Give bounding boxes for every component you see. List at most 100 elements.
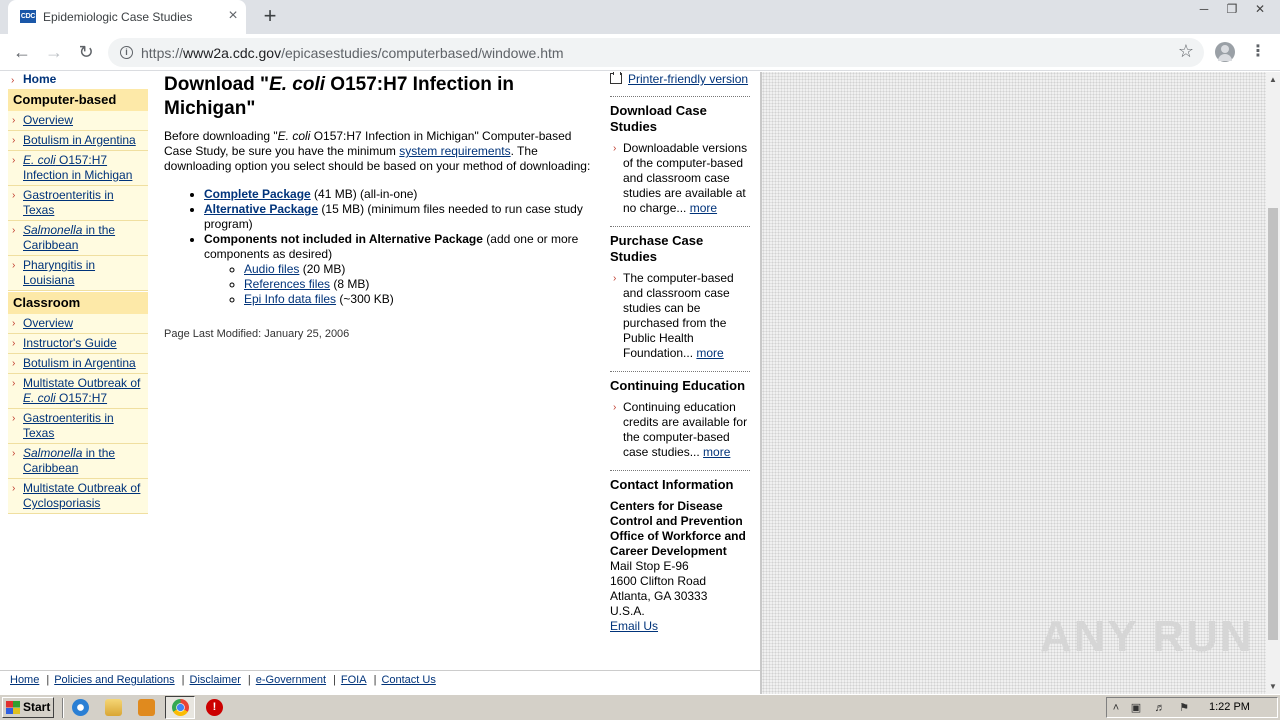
bookmark-star-icon[interactable]: ☆ (1178, 41, 1194, 62)
nav-item-cl-gastro[interactable]: › Gastroenteritis in Texas (8, 409, 148, 444)
nav-item-cb-ecoli[interactable]: › E. coli O157:H7 Infection in Michigan (8, 151, 148, 186)
footer-link-policies[interactable]: Policies and Regulations (54, 674, 174, 686)
arrow-right-icon: › (613, 143, 617, 154)
system-requirements-link[interactable]: system requirements (399, 144, 510, 158)
site-info-icon[interactable]: i (120, 46, 133, 59)
nav-link[interactable]: Overview (23, 316, 73, 330)
alternative-package-link[interactable]: Alternative Package (204, 202, 318, 216)
footer-link-foia[interactable]: FOIA (341, 674, 367, 686)
nav-link[interactable]: Overview (23, 113, 73, 127)
network-icon[interactable]: ▣ (1129, 701, 1143, 715)
list-item: Complete Package (41 MB) (all-in-one) (204, 187, 594, 202)
nav-link[interactable]: Gastroenteritis in Texas (23, 411, 114, 440)
download-body-text: Downloadable versions of the computer-ba… (623, 141, 748, 215)
download-case-studies-heading: Download Case Studies (610, 103, 707, 134)
page-viewport: ANY RUN › Home Computer-based › Overview ›… (0, 72, 1266, 694)
back-arrow-icon[interactable]: ← (12, 42, 32, 62)
start-label: Start (23, 700, 51, 714)
audio-files-link[interactable]: Audio files (244, 262, 299, 276)
contact-office: Office of Workforce and Career Developme… (610, 529, 746, 558)
restore-icon[interactable]: ❐ (1218, 0, 1246, 18)
forward-arrow-icon[interactable]: → (44, 42, 64, 62)
url-scheme: https:// (141, 45, 184, 61)
vertical-scrollbar[interactable]: ▲ ▼ (1266, 72, 1280, 694)
cdc-favicon-icon: CDC (20, 10, 36, 23)
nav-item-cb-pharyngitis[interactable]: › Pharyngitis in Louisiana (8, 256, 148, 291)
arrow-right-icon: › (12, 358, 16, 369)
nav-link[interactable]: Botulism in Argentina (23, 356, 136, 370)
epi-info-files-link[interactable]: Epi Info data files (244, 292, 336, 306)
footer-link-disclaimer[interactable]: Disclaimer (190, 674, 241, 686)
nav-link[interactable]: Instructor's Guide (23, 336, 117, 350)
nav-item-cl-overview[interactable]: › Overview (8, 314, 148, 334)
nav-home[interactable]: › Home (8, 72, 148, 88)
close-window-icon[interactable]: ✕ (1246, 0, 1274, 18)
footer-link-home[interactable]: Home (10, 674, 39, 686)
tab-active[interactable]: CDC Epidemiologic Case Studies × (8, 0, 246, 34)
footer-link-contact[interactable]: Contact Us (381, 674, 435, 686)
nav-link[interactable]: Multistate Outbreak of E. coli O157:H7 (23, 376, 140, 405)
nav-item-cl-botulism[interactable]: › Botulism in Argentina (8, 354, 148, 374)
footer-link-egovernment[interactable]: e-Government (256, 674, 326, 686)
stop-icon[interactable]: ! (206, 699, 223, 716)
address-bar[interactable]: i https://www2a.cdc.gov/epicasestudies/c… (108, 38, 1204, 67)
nav-link[interactable]: Multistate Outbreak of Cyclosporiasis (23, 481, 140, 510)
intro-italic: E. coli (277, 129, 311, 143)
minimize-icon[interactable]: ─ (1190, 0, 1218, 18)
contact-street: 1600 Clifton Road (610, 574, 707, 588)
footer-separator: | (247, 674, 251, 686)
url-text[interactable]: https://www2a.cdc.gov/epicasestudies/com… (141, 45, 564, 61)
components-sublist: Audio files (20 MB) References files (8 … (244, 262, 594, 307)
scrollbar-thumb[interactable] (1268, 208, 1278, 640)
nav-item-cl-ecoli[interactable]: › Multistate Outbreak of E. coli O157:H7 (8, 374, 148, 409)
arrow-right-icon: › (613, 402, 617, 413)
contact-mail-stop: Mail Stop E-96 (610, 559, 689, 573)
nav-item-cb-botulism[interactable]: › Botulism in Argentina (8, 131, 148, 151)
scroll-down-icon[interactable]: ▼ (1269, 682, 1277, 691)
new-tab-icon[interactable]: + (260, 5, 280, 27)
nav-item-cb-overview[interactable]: › Overview (8, 111, 148, 131)
chrome-taskbar-button[interactable] (165, 696, 195, 719)
nav-item-cl-salmonella[interactable]: › Salmonella in the Caribbean (8, 444, 148, 479)
nav-link[interactable]: Gastroenteritis in Texas (23, 188, 114, 217)
nav-link[interactable]: Salmonella in the Caribbean (23, 446, 115, 475)
printer-friendly[interactable]: Printer-friendly version (610, 72, 750, 90)
divider (610, 96, 750, 97)
chrome-icon (172, 699, 189, 716)
email-us-link[interactable]: Email Us (610, 619, 658, 633)
printer-friendly-link[interactable]: Printer-friendly version (628, 72, 748, 86)
flag-icon[interactable]: ⚑ (1177, 701, 1191, 715)
nav-item-cb-gastro[interactable]: › Gastroenteritis in Texas (8, 186, 148, 221)
arrow-right-icon: › (613, 273, 617, 284)
profile-avatar-icon[interactable] (1215, 42, 1235, 62)
reload-icon[interactable]: ↻ (76, 42, 96, 62)
volume-icon[interactable]: ♬ (1153, 701, 1167, 715)
ce-more-link[interactable]: more (703, 445, 730, 459)
page-background (760, 72, 1266, 694)
kebab-menu-icon[interactable]: ⋮ (1250, 42, 1266, 62)
nav-link[interactable]: Salmonella in the Caribbean (23, 223, 115, 252)
internet-explorer-icon[interactable] (72, 699, 89, 716)
references-files-link[interactable]: References files (244, 277, 330, 291)
nav-item-cl-guide[interactable]: › Instructor's Guide (8, 334, 148, 354)
scroll-up-icon[interactable]: ▲ (1269, 75, 1277, 84)
tray-expand-icon[interactable]: ˄ (1109, 701, 1123, 715)
tab-close-icon[interactable]: × (225, 8, 241, 24)
divider (610, 470, 750, 471)
nav-item-cl-cyclosporiasis[interactable]: › Multistate Outbreak of Cyclosporiasis (8, 479, 148, 514)
intro-paragraph: Before downloading "E. coli O157:H7 Infe… (164, 129, 594, 174)
start-button[interactable]: Start (2, 697, 54, 718)
purchase-more-link[interactable]: more (696, 346, 723, 360)
download-more-link[interactable]: more (690, 201, 717, 215)
nav-link[interactable]: Botulism in Argentina (23, 133, 136, 147)
nav-item-cb-salmonella[interactable]: › Salmonella in the Caribbean (8, 221, 148, 256)
media-player-icon[interactable] (138, 699, 155, 716)
folder-icon[interactable] (105, 699, 122, 716)
nav-link[interactable]: E. coli O157:H7 Infection in Michigan (23, 153, 132, 182)
complete-package-link[interactable]: Complete Package (204, 187, 311, 201)
tab-title: Epidemiologic Case Studies (43, 10, 193, 24)
taskbar-clock[interactable]: 1:22 PM (1209, 701, 1250, 713)
browser-toolbar: ← → ↻ i https://www2a.cdc.gov/epicasestu… (0, 34, 1280, 71)
nav-heading-computer-based: Computer-based (8, 89, 148, 111)
nav-link[interactable]: Pharyngitis in Louisiana (23, 258, 95, 287)
